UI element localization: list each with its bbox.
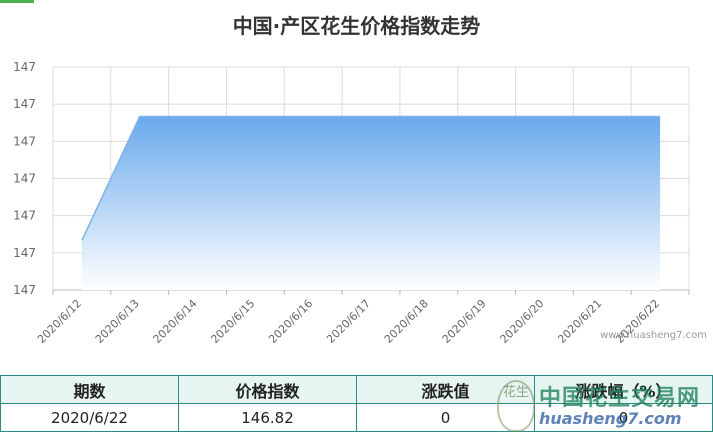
x-tick-label: 2020/6/12 bbox=[35, 297, 84, 346]
y-tick-label: 147 bbox=[13, 134, 36, 148]
x-tick-label: 2020/6/21 bbox=[555, 297, 604, 346]
header-change: 涨跌值 bbox=[356, 375, 535, 404]
cell-price-index: 146.82 bbox=[178, 403, 357, 432]
x-tick-label: 2020/6/20 bbox=[497, 297, 546, 346]
series-area bbox=[81, 115, 661, 290]
y-tick-label: 147 bbox=[13, 60, 36, 74]
series-area-fill bbox=[81, 116, 661, 290]
watermark: www.huasheng7.com bbox=[600, 330, 707, 341]
x-tick-label: 2020/6/13 bbox=[93, 297, 142, 346]
x-tick-label: 2020/6/19 bbox=[440, 297, 489, 346]
y-axis: 147 147 147 147 147 147 147 bbox=[13, 60, 36, 297]
x-tick-label: 2020/6/14 bbox=[151, 297, 200, 346]
header-change-pct: 涨跌幅（%） bbox=[534, 375, 713, 404]
cell-change-pct: 0 bbox=[534, 403, 713, 432]
header-price-index: 价格指数 bbox=[178, 375, 357, 404]
y-tick-label: 147 bbox=[13, 209, 36, 223]
x-tick-label: 2020/6/18 bbox=[382, 297, 431, 346]
x-axis: 2020/6/12 2020/6/13 2020/6/14 2020/6/15 2020… bbox=[35, 297, 662, 346]
y-tick-label: 147 bbox=[13, 172, 36, 186]
x-tick-label: 2020/6/16 bbox=[266, 297, 315, 346]
header-period: 期数 bbox=[0, 375, 179, 404]
x-tick-label: 2020/6/15 bbox=[208, 297, 257, 346]
price-index-chart: 147 147 147 147 147 147 147 2020/6/12 2020/6/13… bbox=[13, 60, 690, 346]
y-tick-label: 147 bbox=[13, 97, 36, 111]
cell-change: 0 bbox=[356, 403, 535, 432]
x-tick-label: 2020/6/17 bbox=[324, 297, 373, 346]
table-header-row: 期数 价格指数 涨跌值 涨跌幅（%） bbox=[0, 375, 713, 404]
y-tick-label: 147 bbox=[13, 283, 36, 297]
index-table: 期数 价格指数 涨跌值 涨跌幅（%） 2020/6/22 146.82 0 0 bbox=[0, 375, 713, 432]
cell-period: 2020/6/22 bbox=[0, 403, 179, 432]
y-tick-label: 147 bbox=[13, 246, 36, 260]
table-row: 2020/6/22 146.82 0 0 bbox=[0, 403, 713, 432]
